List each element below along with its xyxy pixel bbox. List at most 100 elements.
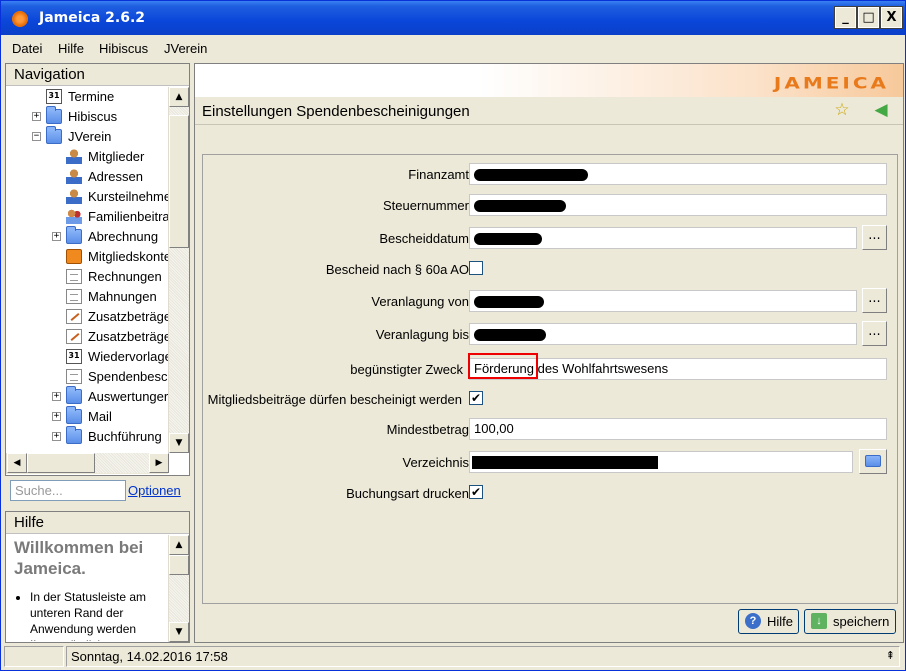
application-window: Jameica 2.6.2 _ □ X Datei Hilfe Hibiscus… bbox=[0, 0, 906, 671]
scroll-up-button[interactable]: ▲ bbox=[169, 87, 189, 107]
bescheid-60a-checkbox[interactable] bbox=[469, 261, 483, 275]
buchungsart-label: Buchungsart drucken bbox=[346, 486, 469, 501]
help-panel: Hilfe Willkommen bei Jameica. In der Sta… bbox=[5, 511, 190, 643]
verzeichnis-label: Verzeichnis bbox=[402, 455, 469, 470]
zweck-value-rest: des Wohlfahrtswesens bbox=[533, 361, 669, 376]
document-icon bbox=[66, 369, 82, 384]
collapse-icon[interactable]: − bbox=[32, 132, 41, 141]
row-beguenstigter-zweck: begünstigter Zweck Förderung des Wohlfah… bbox=[203, 353, 899, 381]
bescheiddatum-date-picker-button[interactable]: ... bbox=[862, 225, 887, 250]
veranlagung-bis-field[interactable] bbox=[469, 323, 857, 345]
jameica-logo: JAMEICA bbox=[773, 73, 889, 93]
resize-grip-icon[interactable]: ⇞ bbox=[886, 649, 895, 662]
calendar-icon bbox=[66, 349, 82, 364]
menu-hibiscus[interactable]: Hibiscus bbox=[99, 41, 148, 56]
scroll-left-button[interactable]: ◀ bbox=[7, 453, 27, 473]
navigation-vertical-scrollbar[interactable]: ▲ ▼ bbox=[168, 87, 189, 453]
maximize-button[interactable]: □ bbox=[857, 6, 880, 29]
scroll-thumb[interactable] bbox=[169, 115, 189, 248]
navigation-panel: Navigation Termine + Hibiscus − JVerein Mitgl… bbox=[5, 63, 190, 476]
help-icon: ? bbox=[745, 613, 761, 629]
help-body: Willkommen bei Jameica. In der Statuslei… bbox=[6, 535, 166, 641]
status-cell-empty bbox=[4, 646, 64, 667]
family-icon bbox=[66, 209, 82, 224]
menu-datei[interactable]: Datei bbox=[12, 41, 42, 56]
expand-icon[interactable]: + bbox=[52, 232, 61, 241]
redaction-mark bbox=[474, 296, 544, 308]
veranlagung-bis-date-picker-button[interactable]: ... bbox=[862, 321, 887, 346]
help-header: Hilfe bbox=[6, 512, 189, 534]
veranlagung-von-date-picker-button[interactable]: ... bbox=[862, 288, 887, 313]
menu-hilfe[interactable]: Hilfe bbox=[58, 41, 84, 56]
navigation-horizontal-scrollbar[interactable]: ◀ ▶ bbox=[6, 453, 169, 474]
help-scrollbar[interactable]: ▲ ▼ bbox=[168, 535, 189, 642]
row-veranlagung-von: Veranlagung von ... bbox=[203, 288, 899, 313]
content-panel: JAMEICA Einstellungen Spendenbescheinigu… bbox=[194, 63, 904, 643]
navigation-tree: Termine + Hibiscus − JVerein Mitglieder Adress… bbox=[6, 87, 168, 451]
back-arrow-icon[interactable]: ◀ bbox=[870, 99, 892, 121]
page-header: Einstellungen Spendenbescheinigungen ☆ ◀ bbox=[195, 97, 903, 125]
help-scroll-thumb[interactable] bbox=[169, 555, 189, 575]
window-title: Jameica 2.6.2 bbox=[39, 10, 146, 26]
hscroll-thumb[interactable] bbox=[27, 453, 95, 473]
nav-item-label: Buchführung bbox=[88, 429, 162, 444]
verzeichnis-field[interactable] bbox=[469, 451, 853, 473]
redaction-mark bbox=[474, 200, 566, 212]
scroll-right-button[interactable]: ▶ bbox=[149, 453, 169, 473]
bookmark-star-icon[interactable]: ☆ bbox=[831, 99, 853, 121]
redaction-mark bbox=[472, 456, 658, 469]
zweck-field[interactable]: Förderung des Wohlfahrtswesens bbox=[468, 353, 887, 380]
close-button[interactable]: X bbox=[880, 6, 903, 29]
nav-item-label: Kursteilnehme bbox=[88, 189, 168, 204]
search-input[interactable]: Suche... bbox=[10, 480, 126, 501]
nav-item-label: Rechnungen bbox=[88, 269, 162, 284]
folder-icon bbox=[46, 106, 62, 124]
row-buchungsart: Buchungsart drucken ✔ bbox=[203, 481, 899, 505]
steuernummer-field[interactable] bbox=[469, 194, 887, 216]
expand-icon[interactable]: + bbox=[52, 432, 61, 441]
title-bar[interactable]: Jameica 2.6.2 _ □ X bbox=[1, 1, 905, 35]
scroll-down-button[interactable]: ▼ bbox=[169, 433, 189, 453]
status-datetime: Sonntag, 14.02.2016 17:58 bbox=[66, 646, 900, 667]
help-scroll-down-button[interactable]: ▼ bbox=[169, 622, 189, 642]
row-mindestbetrag: Mindestbetrag 100,00 bbox=[203, 417, 899, 441]
mindestbetrag-field[interactable]: 100,00 bbox=[469, 418, 887, 440]
zweck-label: begünstigter Zweck bbox=[350, 362, 463, 377]
nav-item-label: Abrechnung bbox=[88, 229, 159, 244]
minimize-button[interactable]: _ bbox=[834, 6, 857, 29]
finanzamt-label: Finanzamt bbox=[408, 167, 469, 182]
veranlagung-von-field[interactable] bbox=[469, 290, 857, 312]
nav-item-label: Termine bbox=[68, 89, 115, 104]
veranlagung-von-label: Veranlagung von bbox=[371, 294, 469, 309]
help-list: In der Statusleiste am unteren Rand der … bbox=[14, 589, 158, 641]
page-title: Einstellungen Spendenbescheinigungen bbox=[202, 103, 470, 120]
bescheiddatum-field[interactable] bbox=[469, 227, 857, 249]
calendar-icon bbox=[46, 89, 62, 104]
navigation-header: Navigation bbox=[6, 64, 189, 86]
expand-icon[interactable]: + bbox=[32, 112, 41, 121]
row-bescheid-60a: Bescheid nach § 60a AO bbox=[203, 257, 899, 281]
highlight-box bbox=[468, 353, 538, 379]
folder-icon bbox=[66, 226, 82, 244]
mitgliedsbeitraege-checkbox[interactable]: ✔ bbox=[469, 391, 483, 405]
row-verzeichnis: Verzeichnis bbox=[203, 449, 899, 474]
mindestbetrag-label: Mindestbetrag bbox=[386, 422, 469, 437]
expand-icon[interactable]: + bbox=[52, 392, 61, 401]
buchungsart-checkbox[interactable]: ✔ bbox=[469, 485, 483, 499]
folder-icon bbox=[46, 126, 62, 144]
redaction-mark bbox=[474, 329, 546, 341]
nav-item-label: Mahnungen bbox=[88, 289, 157, 304]
user-icon bbox=[66, 169, 82, 184]
document-icon bbox=[66, 289, 82, 304]
expand-icon[interactable]: + bbox=[52, 412, 61, 421]
folder-icon bbox=[66, 426, 82, 444]
options-link[interactable]: Optionen bbox=[128, 483, 181, 498]
menu-jverein[interactable]: JVerein bbox=[164, 41, 207, 56]
help-scroll-up-button[interactable]: ▲ bbox=[169, 535, 189, 555]
help-button[interactable]: ? Hilfe bbox=[738, 609, 799, 634]
save-button[interactable]: ↓ speichern bbox=[804, 609, 896, 634]
help-button-label: Hilfe bbox=[767, 614, 794, 629]
finanzamt-field[interactable] bbox=[469, 163, 887, 185]
folder-icon bbox=[66, 406, 82, 424]
folder-browse-button[interactable] bbox=[859, 449, 887, 474]
